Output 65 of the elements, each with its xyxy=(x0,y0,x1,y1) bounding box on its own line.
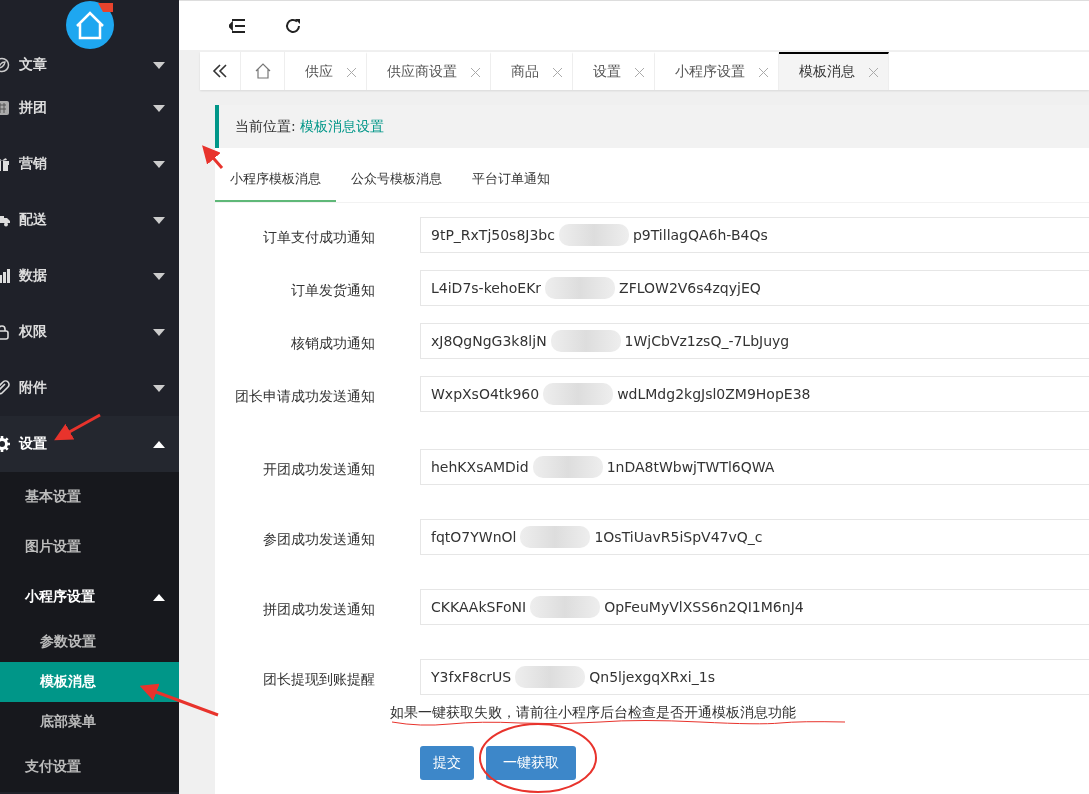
sidebar-subitem[interactable]: 小程序设置 xyxy=(0,572,179,622)
close-icon[interactable] xyxy=(635,67,644,77)
refresh-icon[interactable] xyxy=(285,17,301,34)
sidebar-item[interactable]: 数据 xyxy=(0,248,179,304)
caret-down-icon xyxy=(153,328,165,336)
submit-button[interactable]: 提交 xyxy=(420,746,474,780)
page-tab[interactable]: 模板消息 xyxy=(779,52,889,90)
fetch-button[interactable]: 一键获取 xyxy=(486,746,576,780)
caret-down-icon xyxy=(153,272,165,280)
field-label: 拼团成功发送通知 xyxy=(262,600,375,619)
input-field[interactable]: WxpXsO4tk960 wdLMdg2kgJsl0ZM9HopE38 xyxy=(420,376,1089,412)
sidebar-subitem[interactable]: 支付设置 xyxy=(0,742,179,792)
sidebar-item[interactable]: 营销 xyxy=(0,136,179,192)
input-field[interactable]: L4iD7s-kehoEKr ZFLOW2V6s4zqyjEQ xyxy=(420,270,1089,306)
logo-icon xyxy=(64,0,115,50)
sidebar-item[interactable]: 附件 xyxy=(0,360,179,416)
breadcrumb-label: 当前位置: xyxy=(235,117,296,136)
sidebar-subitem[interactable]: 参数设置 xyxy=(0,622,179,662)
sidebar-item[interactable]: 拼团 xyxy=(0,80,179,136)
sidebar-subitem[interactable]: 底部菜单 xyxy=(0,702,179,742)
annotation-arrow xyxy=(202,145,224,169)
input-field[interactable]: xJ8QgNgG3k8ljN 1WjCbVz1zsQ_-7LbJuyg xyxy=(420,323,1089,359)
page-tab[interactable]: 供应商设置 xyxy=(367,52,491,90)
caret-down-icon xyxy=(153,216,165,224)
close-icon[interactable] xyxy=(759,67,768,77)
double-chevron-left-icon[interactable] xyxy=(212,64,228,78)
menu-icon[interactable] xyxy=(229,18,245,33)
close-icon[interactable] xyxy=(347,67,356,77)
caret-up-icon xyxy=(153,593,165,601)
sidebar-subitem[interactable]: 基本设置 xyxy=(0,472,179,522)
input-field[interactable]: CKKAAkSFoNI OpFeuMyVlXSS6n2QI1M6nJ4 xyxy=(420,589,1089,625)
hint-text: 如果一键获取失败，请前往小程序后台检查是否开通模板消息功能 xyxy=(390,704,796,720)
close-icon[interactable] xyxy=(869,67,878,77)
input-field[interactable]: 9tP_RxTj50s8J3bc p9TillagQA6h-B4Qs xyxy=(420,217,1089,253)
caret-up-icon xyxy=(153,440,165,448)
input-field[interactable]: fqtO7YWnOl 1OsTiUavR5iSpV47vQ_c xyxy=(420,519,1089,555)
caret-down-icon xyxy=(153,61,165,69)
page-tab[interactable]: 设置 xyxy=(573,52,655,90)
input-field[interactable]: Y3fxF8crUS Qn5ljexgqXRxi_1s xyxy=(420,659,1089,695)
sidebar-subitem[interactable]: 图片设置 xyxy=(0,522,179,572)
field-label: 团长申请成功发送通知 xyxy=(234,387,375,406)
sub-tab[interactable]: 平台订单通知 xyxy=(457,160,565,202)
field-label: 参团成功发送通知 xyxy=(262,530,375,549)
sidebar-subitem[interactable]: 模板消息 xyxy=(0,662,179,702)
caret-down-icon xyxy=(153,384,165,392)
field-label: 订单发货通知 xyxy=(290,281,375,300)
annotation-arrow xyxy=(54,413,101,441)
home-icon[interactable] xyxy=(254,63,271,79)
field-label: 团长提现到账提醒 xyxy=(262,670,375,689)
sidebar-item[interactable]: 文章 xyxy=(0,50,179,80)
page-tab[interactable]: 供应 xyxy=(285,52,367,90)
caret-down-icon xyxy=(153,160,165,168)
caret-down-icon xyxy=(153,104,165,112)
sub-tab[interactable]: 公众号模板消息 xyxy=(336,160,457,202)
input-field[interactable]: hehKXsAMDid 1nDA8tWbwjTWTl6QWA xyxy=(420,449,1089,485)
close-icon[interactable] xyxy=(553,67,562,77)
field-label: 订单支付成功通知 xyxy=(262,228,375,247)
sidebar-item[interactable]: 权限 xyxy=(0,304,179,360)
field-label: 开团成功发送通知 xyxy=(262,460,375,479)
sidebar-item[interactable]: 配送 xyxy=(0,192,179,248)
sub-tab[interactable]: 小程序模板消息 xyxy=(215,160,336,202)
sidebar-item[interactable]: 设置 xyxy=(0,416,179,472)
close-icon[interactable] xyxy=(471,67,480,77)
field-label: 核销成功通知 xyxy=(290,334,375,353)
page-tab[interactable]: 商品 xyxy=(491,52,573,90)
